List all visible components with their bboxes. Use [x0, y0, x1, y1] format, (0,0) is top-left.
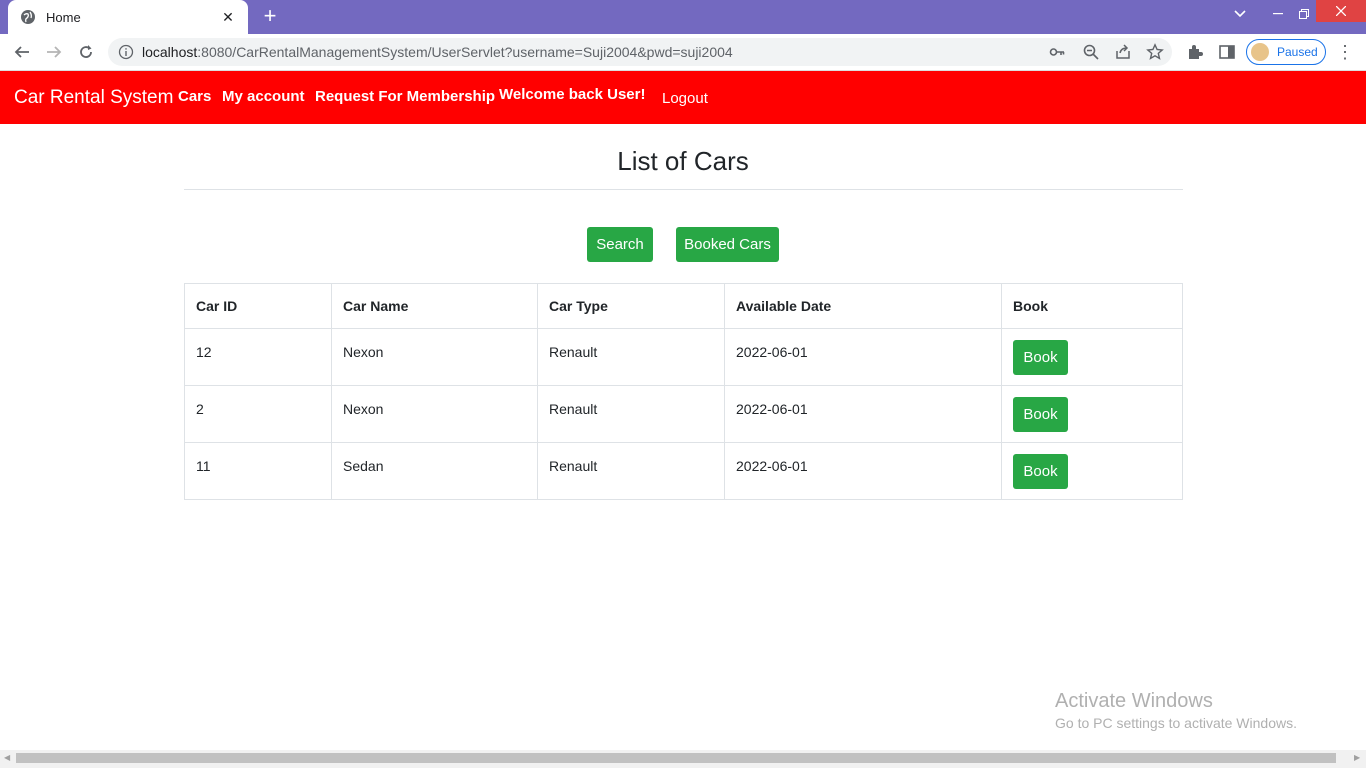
new-tab-icon[interactable]: +: [258, 5, 282, 29]
cell-car-name: Sedan: [331, 442, 538, 500]
cell-available-date: 2022-06-01: [724, 442, 1002, 500]
cars-table: Car ID Car Name Car Type Available Date …: [184, 283, 1183, 500]
globe-icon: [20, 9, 36, 25]
nav-my-account[interactable]: My account: [222, 88, 305, 105]
tab-title: Home: [46, 9, 81, 25]
reload-icon[interactable]: [74, 40, 98, 64]
booked-cars-button[interactable]: Booked Cars: [676, 227, 779, 262]
scrollbar-thumb[interactable]: [16, 753, 1336, 763]
cell-car-id: 11: [184, 442, 332, 500]
browser-toolbar: localhost:8080/CarRentalManagementSystem…: [0, 34, 1366, 71]
divider: [184, 189, 1183, 190]
header-book: Book: [1001, 283, 1183, 329]
header-car-name: Car Name: [331, 283, 538, 329]
nav-cars[interactable]: Cars: [178, 88, 211, 105]
book-button[interactable]: Book: [1013, 397, 1068, 432]
url-path: :8080/CarRentalManagementSystem/UserServ…: [197, 44, 733, 60]
cell-car-type: Renault: [537, 442, 725, 500]
search-button[interactable]: Search: [587, 227, 653, 262]
zoom-out-icon[interactable]: [1082, 43, 1100, 61]
cell-available-date: 2022-06-01: [724, 328, 1002, 386]
profile-status: Paused: [1277, 45, 1318, 59]
table-row: 12 Nexon Renault 2022-06-01 Book: [184, 328, 1183, 386]
cell-car-name: Nexon: [331, 328, 538, 386]
window-close-icon[interactable]: [1316, 0, 1366, 22]
cell-book: Book: [1001, 328, 1183, 386]
cell-book: Book: [1001, 385, 1183, 443]
brand-link[interactable]: Car Rental System: [14, 87, 173, 109]
table-row: 11 Sedan Renault 2022-06-01 Book: [184, 442, 1183, 500]
tab-close-icon[interactable]: ✕: [220, 9, 236, 26]
cell-available-date: 2022-06-01: [724, 385, 1002, 443]
header-car-id: Car ID: [184, 283, 332, 329]
key-icon[interactable]: [1048, 43, 1066, 61]
cell-car-name: Nexon: [331, 385, 538, 443]
cell-car-id: 2: [184, 385, 332, 443]
cell-car-type: Renault: [537, 328, 725, 386]
watermark-title: Activate Windows: [1055, 690, 1213, 712]
url-text: localhost:8080/CarRentalManagementSystem…: [142, 44, 733, 60]
browser-tabbar: Home ✕ +: [0, 0, 1366, 34]
watermark-subtitle: Go to PC settings to activate Windows.: [1055, 715, 1297, 731]
bookmark-star-icon[interactable]: [1146, 43, 1164, 61]
extensions-puzzle-icon[interactable]: [1186, 43, 1204, 61]
cell-car-id: 12: [184, 328, 332, 386]
tab-search-chevron-icon[interactable]: [1228, 0, 1252, 28]
scroll-right-icon[interactable]: ▶: [1354, 753, 1362, 763]
activate-windows-watermark: Activate Windows Go to PC settings to ac…: [1055, 690, 1297, 731]
book-button[interactable]: Book: [1013, 340, 1068, 375]
table-header-row: Car ID Car Name Car Type Available Date …: [184, 283, 1183, 329]
browser-tab[interactable]: Home ✕: [8, 0, 248, 34]
book-button[interactable]: Book: [1013, 454, 1068, 489]
header-car-type: Car Type: [537, 283, 725, 329]
header-available-date: Available Date: [724, 283, 1002, 329]
table-row: 2 Nexon Renault 2022-06-01 Book: [184, 385, 1183, 443]
forward-icon[interactable]: [42, 40, 66, 64]
site-navbar: Car Rental System Cars My account Reques…: [0, 71, 1366, 124]
horizontal-scrollbar[interactable]: ◀ ▶: [0, 750, 1366, 768]
page-title: List of Cars: [617, 146, 749, 176]
welcome-text: Welcome back User!: [499, 86, 646, 103]
profile-button[interactable]: Paused: [1246, 39, 1326, 65]
nav-request-membership[interactable]: Request For Membership: [315, 88, 495, 105]
back-icon[interactable]: [10, 40, 34, 64]
scroll-left-icon[interactable]: ◀: [4, 753, 12, 763]
browser-menu-icon[interactable]: ⋮: [1336, 43, 1354, 61]
restore-icon[interactable]: [1292, 0, 1316, 28]
address-bar[interactable]: localhost:8080/CarRentalManagementSystem…: [108, 38, 1172, 66]
nav-logout[interactable]: Logout: [662, 90, 708, 107]
avatar: [1251, 43, 1269, 61]
site-info-icon[interactable]: [118, 44, 134, 60]
minimize-icon[interactable]: [1266, 0, 1290, 28]
cell-book: Book: [1001, 442, 1183, 500]
url-host: localhost: [142, 44, 198, 60]
cell-car-type: Renault: [537, 385, 725, 443]
side-panel-icon[interactable]: [1218, 43, 1236, 61]
share-icon[interactable]: [1114, 43, 1132, 61]
